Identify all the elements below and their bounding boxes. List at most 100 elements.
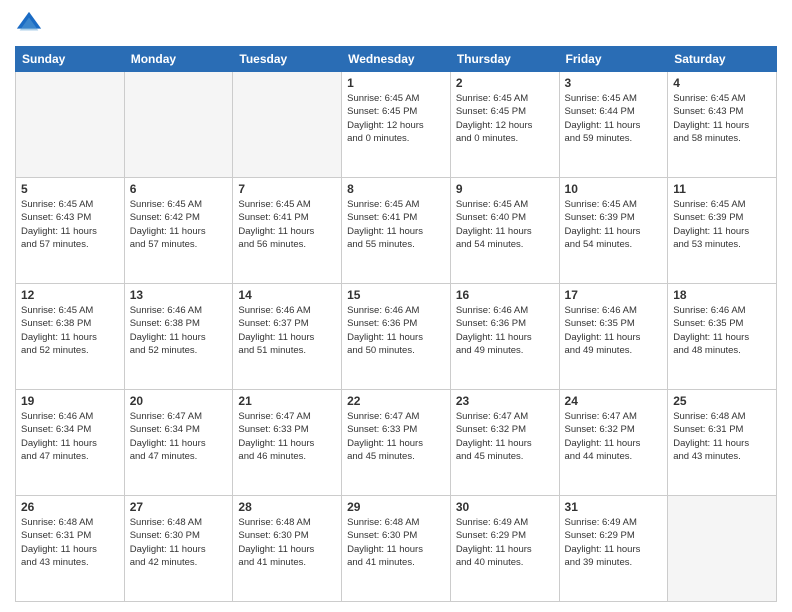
- day-info: Sunrise: 6:45 AMSunset: 6:45 PMDaylight:…: [347, 92, 445, 145]
- day-info: Sunrise: 6:48 AMSunset: 6:30 PMDaylight:…: [238, 516, 336, 569]
- day-number: 12: [21, 288, 119, 302]
- day-info: Sunrise: 6:46 AMSunset: 6:35 PMDaylight:…: [673, 304, 771, 357]
- day-number: 25: [673, 394, 771, 408]
- calendar-header-row: SundayMondayTuesdayWednesdayThursdayFrid…: [16, 47, 777, 72]
- day-info: Sunrise: 6:48 AMSunset: 6:31 PMDaylight:…: [21, 516, 119, 569]
- calendar-week-0: 1 Sunrise: 6:45 AMSunset: 6:45 PMDaylight…: [16, 72, 777, 178]
- day-number: 8: [347, 182, 445, 196]
- day-info: Sunrise: 6:48 AMSunset: 6:31 PMDaylight:…: [673, 410, 771, 463]
- calendar-cell: 13 Sunrise: 6:46 AMSunset: 6:38 PMDayligh…: [124, 284, 233, 390]
- calendar-cell: 5Sunrise: 6:45 AMSunset: 6:43 PMDaylight…: [16, 178, 125, 284]
- day-info: Sunrise: 6:47 AMSunset: 6:33 PMDaylight:…: [347, 410, 445, 463]
- day-number: 19: [21, 394, 119, 408]
- day-info: Sunrise: 6:46 AMSunset: 6:35 PMDaylight:…: [565, 304, 663, 357]
- day-number: 6: [130, 182, 228, 196]
- column-header-thursday: Thursday: [450, 47, 559, 72]
- day-info: Sunrise: 6:45 AMSunset: 6:41 PMDaylight:…: [238, 198, 336, 251]
- day-info: Sunrise: 6:46 AMSunset: 6:36 PMDaylight:…: [347, 304, 445, 357]
- day-info: Sunrise: 6:49 AMSunset: 6:29 PMDaylight:…: [456, 516, 554, 569]
- day-info: Sunrise: 6:46 AMSunset: 6:36 PMDaylight:…: [456, 304, 554, 357]
- day-number: 22: [347, 394, 445, 408]
- day-number: 18: [673, 288, 771, 302]
- day-info: Sunrise: 6:45 AMSunset: 6:39 PMDaylight:…: [673, 198, 771, 251]
- day-number: 30: [456, 500, 554, 514]
- calendar-cell: 18 Sunrise: 6:46 AMSunset: 6:35 PMDayligh…: [668, 284, 777, 390]
- calendar-cell: 29 Sunrise: 6:48 AMSunset: 6:30 PMDayligh…: [342, 496, 451, 602]
- calendar-cell: 24 Sunrise: 6:47 AMSunset: 6:32 PMDayligh…: [559, 390, 668, 496]
- day-info: Sunrise: 6:48 AMSunset: 6:30 PMDaylight:…: [347, 516, 445, 569]
- logo: [15, 10, 47, 38]
- day-info: Sunrise: 6:48 AMSunset: 6:30 PMDaylight:…: [130, 516, 228, 569]
- column-header-friday: Friday: [559, 47, 668, 72]
- column-header-tuesday: Tuesday: [233, 47, 342, 72]
- calendar-week-2: 12 Sunrise: 6:45 AMSunset: 6:38 PMDayligh…: [16, 284, 777, 390]
- calendar-cell: 4Sunrise: 6:45 AMSunset: 6:43 PMDaylight…: [668, 72, 777, 178]
- calendar-cell: 19Sunrise: 6:46 AMSunset: 6:34 PMDayligh…: [16, 390, 125, 496]
- day-info: Sunrise: 6:45 AMSunset: 6:45 PMDaylight:…: [456, 92, 554, 145]
- day-number: 15: [347, 288, 445, 302]
- calendar-cell: 2 Sunrise: 6:45 AMSunset: 6:45 PMDaylight…: [450, 72, 559, 178]
- calendar-cell: 21 Sunrise: 6:47 AMSunset: 6:33 PMDayligh…: [233, 390, 342, 496]
- column-header-saturday: Saturday: [668, 47, 777, 72]
- logo-icon: [15, 10, 43, 38]
- header: [15, 10, 777, 38]
- calendar-cell: 12 Sunrise: 6:45 AMSunset: 6:38 PMDayligh…: [16, 284, 125, 390]
- day-number: 21: [238, 394, 336, 408]
- day-number: 29: [347, 500, 445, 514]
- day-info: Sunrise: 6:46 AMSunset: 6:38 PMDaylight:…: [130, 304, 228, 357]
- calendar-cell: 22 Sunrise: 6:47 AMSunset: 6:33 PMDayligh…: [342, 390, 451, 496]
- calendar-cell: 17 Sunrise: 6:46 AMSunset: 6:35 PMDayligh…: [559, 284, 668, 390]
- column-header-monday: Monday: [124, 47, 233, 72]
- day-info: Sunrise: 6:45 AMSunset: 6:42 PMDaylight:…: [130, 198, 228, 251]
- day-number: 28: [238, 500, 336, 514]
- calendar-table: SundayMondayTuesdayWednesdayThursdayFrid…: [15, 46, 777, 602]
- calendar-cell: 30 Sunrise: 6:49 AMSunset: 6:29 PMDayligh…: [450, 496, 559, 602]
- calendar-week-1: 5Sunrise: 6:45 AMSunset: 6:43 PMDaylight…: [16, 178, 777, 284]
- day-info: Sunrise: 6:46 AMSunset: 6:37 PMDaylight:…: [238, 304, 336, 357]
- calendar-week-3: 19Sunrise: 6:46 AMSunset: 6:34 PMDayligh…: [16, 390, 777, 496]
- day-number: 5: [21, 182, 119, 196]
- calendar-cell: 7 Sunrise: 6:45 AMSunset: 6:41 PMDaylight…: [233, 178, 342, 284]
- day-number: 1: [347, 76, 445, 90]
- day-number: 24: [565, 394, 663, 408]
- day-number: 7: [238, 182, 336, 196]
- day-number: 27: [130, 500, 228, 514]
- calendar-cell: 10 Sunrise: 6:45 AMSunset: 6:39 PMDayligh…: [559, 178, 668, 284]
- calendar-cell: 31Sunrise: 6:49 AMSunset: 6:29 PMDayligh…: [559, 496, 668, 602]
- day-info: Sunrise: 6:45 AMSunset: 6:38 PMDaylight:…: [21, 304, 119, 357]
- day-number: 9: [456, 182, 554, 196]
- calendar-cell: 28 Sunrise: 6:48 AMSunset: 6:30 PMDayligh…: [233, 496, 342, 602]
- day-info: Sunrise: 6:47 AMSunset: 6:33 PMDaylight:…: [238, 410, 336, 463]
- day-number: 13: [130, 288, 228, 302]
- calendar-week-4: 26Sunrise: 6:48 AMSunset: 6:31 PMDayligh…: [16, 496, 777, 602]
- calendar-cell: 15 Sunrise: 6:46 AMSunset: 6:36 PMDayligh…: [342, 284, 451, 390]
- column-header-sunday: Sunday: [16, 47, 125, 72]
- day-info: Sunrise: 6:47 AMSunset: 6:34 PMDaylight:…: [130, 410, 228, 463]
- calendar-cell: 6 Sunrise: 6:45 AMSunset: 6:42 PMDaylight…: [124, 178, 233, 284]
- day-number: 10: [565, 182, 663, 196]
- day-info: Sunrise: 6:47 AMSunset: 6:32 PMDaylight:…: [565, 410, 663, 463]
- calendar-cell: 3 Sunrise: 6:45 AMSunset: 6:44 PMDaylight…: [559, 72, 668, 178]
- day-number: 16: [456, 288, 554, 302]
- column-header-wednesday: Wednesday: [342, 47, 451, 72]
- day-number: 4: [673, 76, 771, 90]
- day-info: Sunrise: 6:49 AMSunset: 6:29 PMDaylight:…: [565, 516, 663, 569]
- day-number: 3: [565, 76, 663, 90]
- day-info: Sunrise: 6:45 AMSunset: 6:39 PMDaylight:…: [565, 198, 663, 251]
- calendar-cell: 8 Sunrise: 6:45 AMSunset: 6:41 PMDaylight…: [342, 178, 451, 284]
- calendar-cell: [124, 72, 233, 178]
- calendar-cell: 20 Sunrise: 6:47 AMSunset: 6:34 PMDayligh…: [124, 390, 233, 496]
- day-info: Sunrise: 6:45 AMSunset: 6:40 PMDaylight:…: [456, 198, 554, 251]
- day-info: Sunrise: 6:45 AMSunset: 6:44 PMDaylight:…: [565, 92, 663, 145]
- day-number: 20: [130, 394, 228, 408]
- day-info: Sunrise: 6:45 AMSunset: 6:41 PMDaylight:…: [347, 198, 445, 251]
- day-number: 23: [456, 394, 554, 408]
- page: SundayMondayTuesdayWednesdayThursdayFrid…: [0, 0, 792, 612]
- calendar-cell: 14Sunrise: 6:46 AMSunset: 6:37 PMDayligh…: [233, 284, 342, 390]
- calendar-cell: 25 Sunrise: 6:48 AMSunset: 6:31 PMDayligh…: [668, 390, 777, 496]
- calendar-cell: 11Sunrise: 6:45 AMSunset: 6:39 PMDayligh…: [668, 178, 777, 284]
- day-number: 17: [565, 288, 663, 302]
- calendar-cell: 9 Sunrise: 6:45 AMSunset: 6:40 PMDaylight…: [450, 178, 559, 284]
- day-number: 2: [456, 76, 554, 90]
- calendar-cell: [668, 496, 777, 602]
